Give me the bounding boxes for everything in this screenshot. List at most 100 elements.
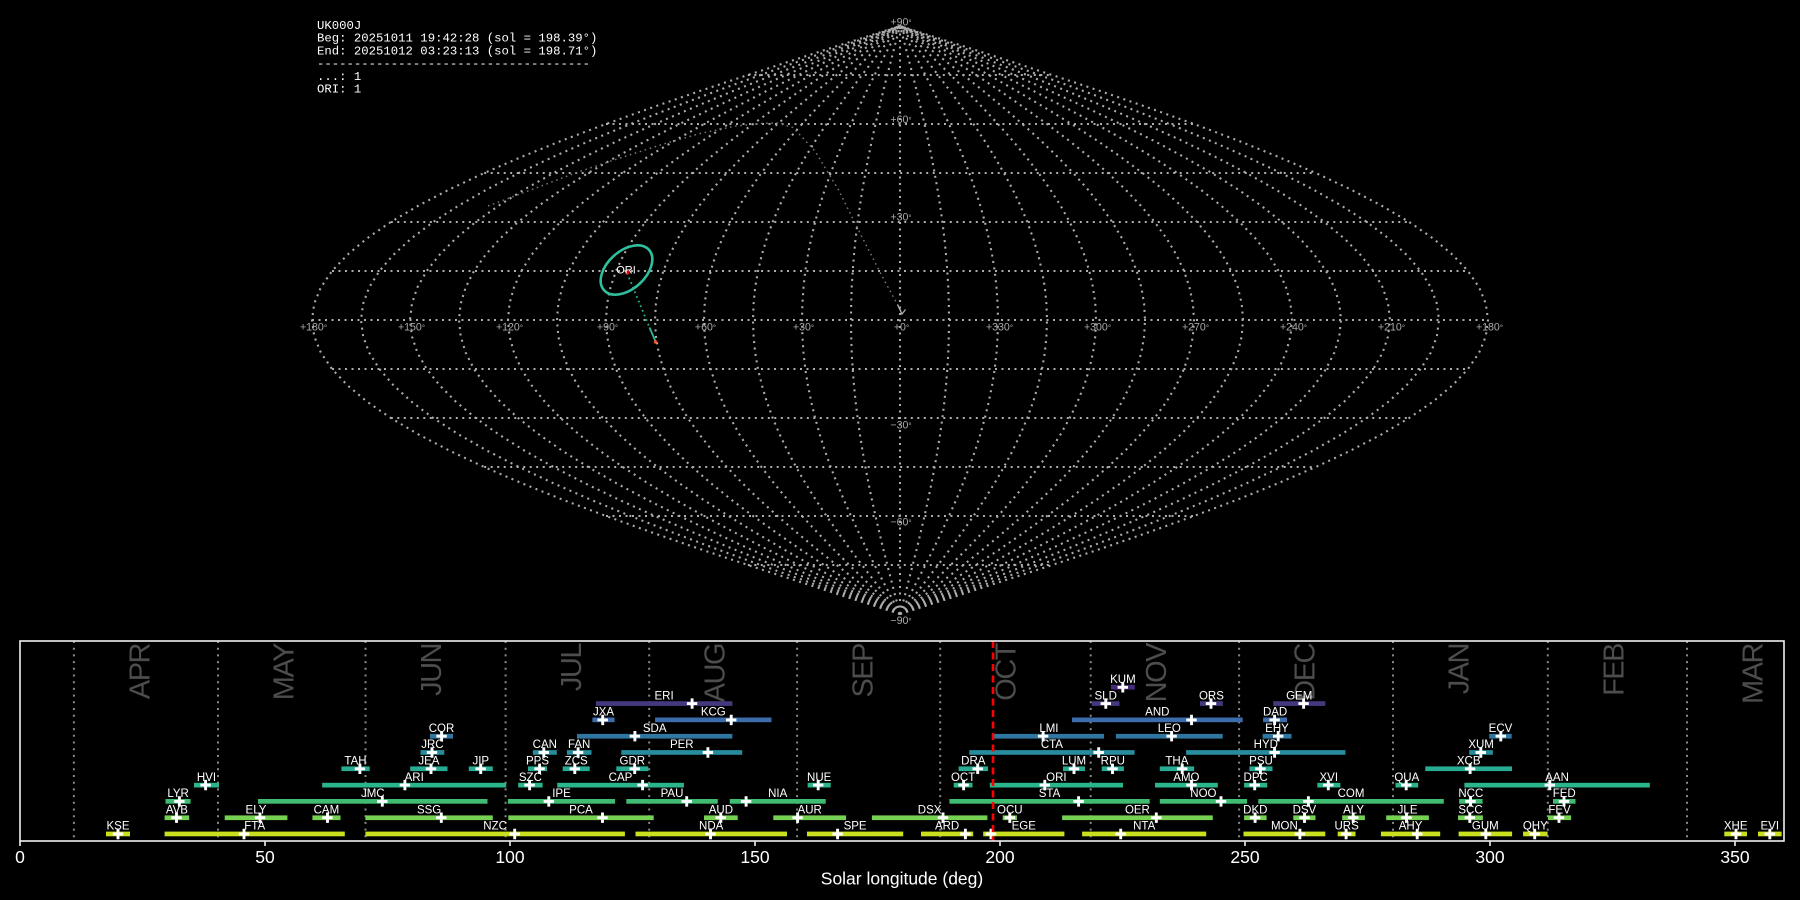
svg-text:+300°: +300° (1084, 322, 1111, 334)
svg-text:ORI: ORI (616, 265, 636, 277)
svg-text:+180°: +180° (1476, 322, 1503, 334)
svg-text:FEV: FEV (1548, 804, 1571, 816)
svg-text:DKD: DKD (1243, 804, 1267, 816)
svg-text:DAD: DAD (1263, 707, 1287, 719)
svg-text:TAH: TAH (344, 756, 366, 768)
svg-text:MAY: MAY (269, 643, 301, 700)
svg-text:DRA: DRA (961, 756, 986, 768)
svg-text:+270°: +270° (1182, 322, 1209, 334)
svg-text:GDR: GDR (620, 756, 646, 768)
svg-text:GEM: GEM (1286, 690, 1312, 702)
svg-text:AMO: AMO (1173, 772, 1199, 784)
svg-text:ECV: ECV (1489, 723, 1513, 735)
svg-text:SZC: SZC (519, 772, 542, 784)
svg-text:HYD: HYD (1254, 739, 1278, 751)
svg-text:SLD: SLD (1095, 690, 1117, 702)
svg-text:SSG: SSG (417, 804, 441, 816)
svg-text:+30°: +30° (890, 212, 911, 224)
svg-text:NZC: NZC (483, 821, 507, 833)
svg-text:+90°: +90° (597, 322, 618, 334)
svg-text:AUR: AUR (798, 804, 822, 816)
svg-text:+30°: +30° (793, 322, 814, 334)
svg-text:STA: STA (1039, 788, 1061, 800)
svg-text:FAN: FAN (568, 739, 590, 751)
svg-text:−90°: −90° (890, 615, 911, 627)
svg-text:ORI: ORI (1046, 772, 1066, 784)
svg-text:SCC: SCC (1458, 804, 1482, 816)
svg-text:XVI: XVI (1320, 772, 1339, 784)
svg-text:AUG: AUG (700, 644, 732, 702)
svg-text:ARI: ARI (405, 772, 424, 784)
svg-text:JXA: JXA (593, 707, 614, 719)
svg-text:SEP: SEP (848, 644, 880, 698)
svg-text:JEA: JEA (418, 756, 439, 768)
svg-text:MON: MON (1271, 821, 1298, 833)
svg-text:NOO: NOO (1190, 788, 1216, 800)
svg-text:300: 300 (1475, 847, 1504, 867)
svg-text:ORI: 1: ORI: 1 (317, 83, 361, 97)
svg-text:HVI: HVI (197, 772, 216, 784)
svg-text:XUM: XUM (1468, 739, 1494, 751)
svg-text:CAP: CAP (609, 772, 633, 784)
svg-text:PCA: PCA (569, 804, 593, 816)
svg-text:ARD: ARD (935, 821, 959, 833)
svg-text:PSU: PSU (1249, 756, 1273, 768)
svg-text:JAN: JAN (1444, 644, 1476, 694)
svg-text:AHY: AHY (1399, 821, 1423, 833)
svg-text:NOV: NOV (1141, 642, 1173, 703)
svg-text:AND: AND (1145, 707, 1169, 719)
svg-text:50: 50 (255, 847, 275, 867)
svg-text:LMI: LMI (1039, 723, 1058, 735)
svg-text:EHY: EHY (1265, 723, 1289, 735)
svg-text:SDA: SDA (643, 723, 667, 735)
svg-text:OCT: OCT (951, 772, 975, 784)
svg-text:NCC: NCC (1458, 788, 1483, 800)
svg-text:OER: OER (1125, 804, 1150, 816)
svg-text:AAN: AAN (1545, 772, 1569, 784)
svg-text:350: 350 (1720, 847, 1749, 867)
svg-text:200: 200 (985, 847, 1014, 867)
svg-text:+240°: +240° (1280, 322, 1307, 334)
svg-text:KUM: KUM (1110, 674, 1136, 686)
svg-text:+60°: +60° (890, 114, 911, 126)
svg-text:THA: THA (1165, 756, 1188, 768)
svg-text:FEB: FEB (1598, 644, 1630, 696)
svg-text:PAU: PAU (661, 788, 684, 800)
svg-text:CAN: CAN (533, 739, 557, 751)
svg-text:−30°: −30° (890, 420, 911, 432)
svg-text:OCT: OCT (991, 642, 1023, 701)
svg-text:GUM: GUM (1472, 821, 1499, 833)
svg-text:150: 150 (740, 847, 769, 867)
svg-text:JIP: JIP (472, 756, 489, 768)
svg-text:QUA: QUA (1394, 772, 1419, 784)
svg-text:NUE: NUE (807, 772, 832, 784)
svg-text:EVI: EVI (1761, 821, 1780, 833)
svg-text:ALY: ALY (1343, 804, 1364, 816)
svg-text:JUL: JUL (556, 643, 588, 691)
svg-text:+0°: +0° (894, 322, 909, 334)
svg-text:KCG: KCG (701, 707, 726, 719)
svg-text:100: 100 (495, 847, 524, 867)
svg-text:JUN: JUN (416, 644, 448, 696)
svg-text:0: 0 (15, 847, 25, 867)
svg-text:MAR: MAR (1738, 643, 1770, 704)
svg-text:EGE: EGE (1012, 821, 1037, 833)
svg-text:+60°: +60° (695, 322, 716, 334)
svg-text:JLE: JLE (1398, 804, 1418, 816)
svg-text:JRC: JRC (421, 739, 443, 751)
svg-text:ERI: ERI (655, 690, 674, 702)
svg-text:NDA: NDA (699, 821, 724, 833)
svg-text:JMC: JMC (361, 788, 385, 800)
svg-text:+90°: +90° (890, 17, 911, 29)
svg-text:AUD: AUD (709, 804, 733, 816)
svg-text:SPE: SPE (844, 821, 867, 833)
svg-text:APR: APR (124, 643, 156, 699)
svg-text:DSX: DSX (918, 804, 942, 816)
svg-text:PER: PER (670, 739, 694, 751)
svg-text:COR: COR (429, 723, 455, 735)
svg-text:LUM: LUM (1062, 756, 1086, 768)
svg-text:+210°: +210° (1378, 322, 1405, 334)
svg-text:RPU: RPU (1101, 756, 1125, 768)
svg-text:250: 250 (1230, 847, 1259, 867)
svg-text:AVB: AVB (166, 804, 188, 816)
